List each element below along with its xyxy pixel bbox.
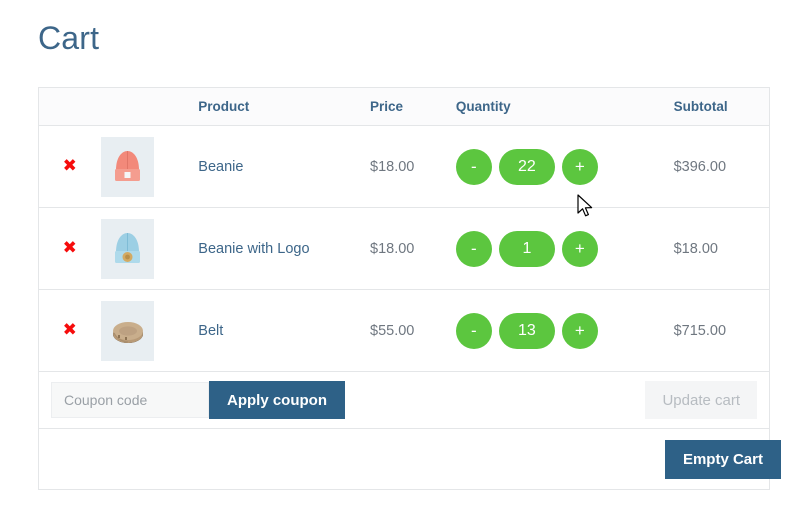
quantity-decrement-button[interactable]: -	[455, 230, 492, 267]
apply-coupon-button[interactable]: Apply coupon	[209, 381, 345, 419]
column-header-price: Price	[370, 87, 456, 126]
cell-thumbnail	[100, 207, 199, 290]
remove-item-icon[interactable]: ✖	[63, 239, 77, 257]
remove-item-icon[interactable]: ✖	[63, 157, 77, 175]
product-price: $18.00	[370, 240, 415, 257]
salmon-beanie-thumbnail[interactable]	[101, 136, 155, 197]
cell-quantity: - 1 +	[455, 207, 674, 290]
column-header-thumbnail	[100, 87, 199, 126]
blue-logo-beanie-thumbnail[interactable]	[101, 218, 155, 279]
cell-product-name: Beanie with Logo	[198, 207, 370, 290]
cell-product-name: Belt	[198, 289, 370, 372]
quantity-stepper: - 1 +	[455, 230, 674, 267]
product-link[interactable]: Beanie with Logo	[198, 241, 309, 257]
quantity-increment-button[interactable]: +	[561, 148, 598, 185]
product-subtotal: $715.00	[673, 322, 727, 339]
cart-table-head: Product Price Quantity Subtotal	[38, 87, 770, 126]
product-price: $18.00	[370, 158, 415, 175]
product-link[interactable]: Belt	[198, 323, 223, 339]
cell-subtotal: $396.00	[673, 125, 770, 208]
quantity-increment-button[interactable]: +	[561, 230, 598, 267]
table-row: ✖ Beanie $18.00 - 22 + $396.00	[38, 125, 770, 208]
cell-thumbnail	[100, 289, 199, 372]
product-price: $55.00	[370, 322, 415, 339]
product-subtotal: $18.00	[673, 240, 718, 257]
column-header-remove	[38, 87, 101, 126]
product-link[interactable]: Beanie	[198, 159, 243, 175]
cell-quantity: - 13 +	[455, 289, 674, 372]
quantity-decrement-button[interactable]: -	[455, 312, 492, 349]
cart-table-body: ✖ Beanie $18.00 - 22 + $396.00 ✖ Beanie …	[38, 125, 781, 490]
cell-subtotal: $18.00	[673, 207, 770, 290]
update-cart-button[interactable]: Update cart	[645, 381, 757, 419]
quantity-input[interactable]: 13	[498, 312, 555, 349]
coupon-row: Apply coupon Update cart	[38, 371, 770, 429]
cell-subtotal: $715.00	[673, 289, 770, 372]
empty-cart-cell: Empty Cart	[39, 429, 781, 490]
update-cart-cell: Update cart	[455, 371, 770, 429]
quantity-stepper: - 22 +	[455, 148, 674, 185]
cart-page: Cart Product Price Quantity Subtotal ✖ B…	[0, 0, 802, 520]
cart-table: Product Price Quantity Subtotal ✖ Beanie…	[38, 87, 781, 490]
cell-remove: ✖	[38, 289, 101, 372]
table-row: ✖ Belt $55.00 - 13 + $715.00	[38, 289, 770, 372]
cell-product-name: Beanie	[198, 125, 370, 208]
cell-price: $18.00	[370, 207, 456, 290]
quantity-input[interactable]: 22	[498, 148, 555, 185]
quantity-input[interactable]: 1	[498, 230, 555, 267]
cell-remove: ✖	[38, 207, 101, 290]
quantity-increment-button[interactable]: +	[561, 312, 598, 349]
cell-price: $55.00	[370, 289, 456, 372]
cell-price: $18.00	[370, 125, 456, 208]
product-subtotal: $396.00	[673, 158, 727, 175]
quantity-decrement-button[interactable]: -	[455, 148, 492, 185]
column-header-product: Product	[198, 87, 370, 126]
column-header-subtotal: Subtotal	[673, 87, 770, 126]
cell-thumbnail	[100, 125, 199, 208]
empty-cart-row: Empty Cart	[39, 429, 781, 490]
empty-cart-button[interactable]: Empty Cart	[664, 439, 781, 479]
coupon-form: Apply coupon	[51, 381, 456, 419]
cart-table-header-row: Product Price Quantity Subtotal	[38, 87, 770, 126]
column-header-quantity: Quantity	[455, 87, 674, 126]
page-title: Cart	[38, 20, 100, 56]
quantity-stepper: - 13 +	[455, 312, 674, 349]
cell-remove: ✖	[38, 125, 101, 208]
table-row: ✖ Beanie with Logo $18.00 - 1 + $18.00	[38, 207, 770, 290]
coupon-cell: Apply coupon	[38, 371, 456, 429]
leather-belt-thumbnail[interactable]	[101, 300, 155, 361]
cell-quantity: - 22 +	[455, 125, 674, 208]
coupon-code-input[interactable]	[51, 382, 209, 418]
remove-item-icon[interactable]: ✖	[63, 321, 77, 339]
